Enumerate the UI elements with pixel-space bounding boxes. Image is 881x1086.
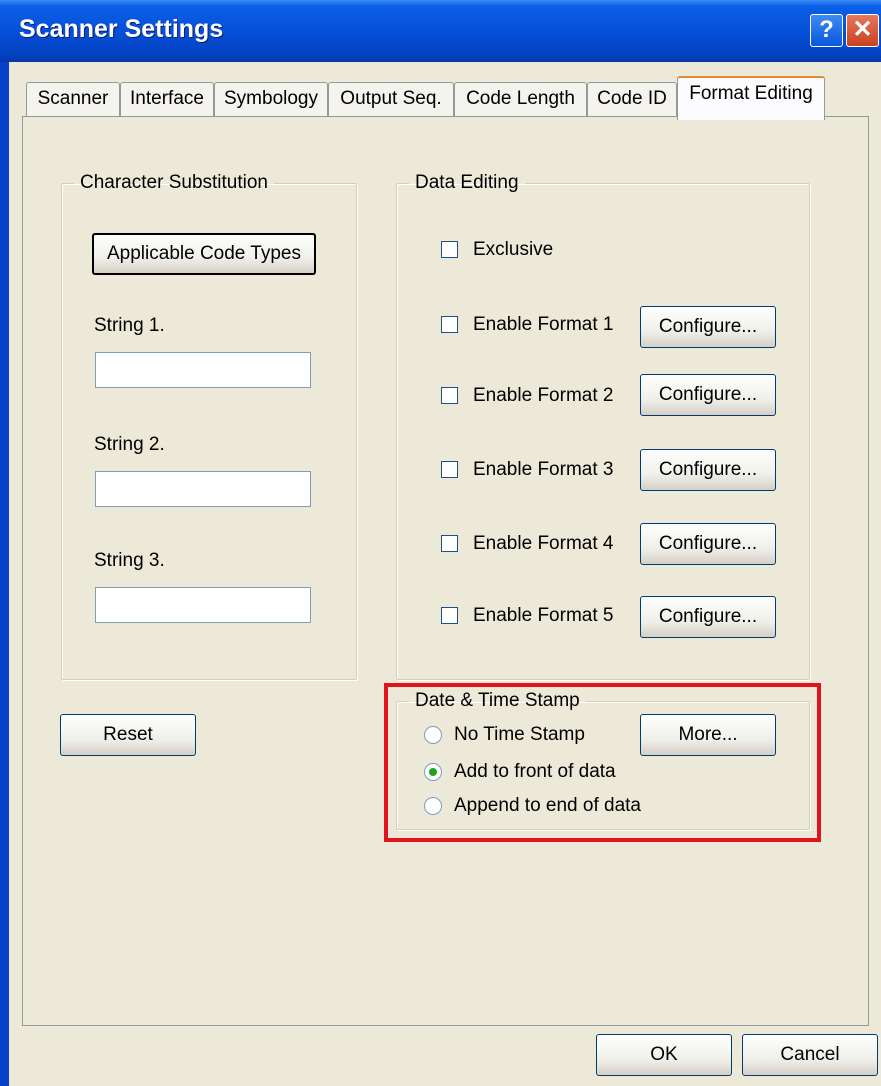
enable-format-3-label: Enable Format 3	[473, 459, 614, 480]
title-bar[interactable]: Scanner Settings ? ✕	[0, 0, 881, 62]
tab-scanner[interactable]: Scanner	[26, 82, 120, 117]
enable-format-2-checkbox[interactable]	[441, 387, 458, 404]
string3-label: String 3.	[94, 550, 165, 571]
scanner-settings-dialog: Scanner Settings ? ✕ Scanner Interface S…	[0, 0, 881, 1086]
enable-format-5-label: Enable Format 5	[473, 605, 614, 626]
tab-code-length[interactable]: Code Length	[454, 82, 587, 117]
ok-button[interactable]: OK	[596, 1034, 732, 1076]
enable-format-5-checkbox[interactable]	[441, 607, 458, 624]
configure-format-2-button[interactable]: Configure...	[640, 374, 776, 416]
string3-input[interactable]	[95, 587, 311, 623]
reset-button[interactable]: Reset	[60, 714, 196, 756]
dialog-title: Scanner Settings	[19, 15, 224, 43]
string1-label: String 1.	[94, 315, 165, 336]
tab-code-id[interactable]: Code ID	[587, 82, 677, 117]
help-button[interactable]: ?	[810, 14, 843, 47]
string2-input[interactable]	[95, 471, 311, 507]
exclusive-checkbox[interactable]	[441, 241, 458, 258]
enable-format-2-label: Enable Format 2	[473, 385, 614, 406]
window-border	[0, 62, 9, 1086]
highlight-box	[384, 683, 821, 842]
enable-format-3-checkbox[interactable]	[441, 461, 458, 478]
close-button[interactable]: ✕	[846, 14, 879, 47]
enable-format-4-checkbox[interactable]	[441, 535, 458, 552]
configure-format-1-button[interactable]: Configure...	[640, 306, 776, 348]
tab-format-editing[interactable]: Format Editing	[677, 76, 825, 120]
data-editing-legend: Data Editing	[415, 172, 519, 193]
exclusive-label: Exclusive	[473, 239, 554, 260]
tab-interface[interactable]: Interface	[120, 82, 214, 117]
string2-label: String 2.	[94, 434, 165, 455]
enable-format-1-checkbox[interactable]	[441, 316, 458, 333]
enable-format-4-label: Enable Format 4	[473, 533, 614, 554]
enable-format-1-label: Enable Format 1	[473, 314, 614, 335]
tab-output-seq[interactable]: Output Seq.	[328, 82, 454, 117]
applicable-code-types-button[interactable]: Applicable Code Types	[92, 233, 316, 275]
configure-format-3-button[interactable]: Configure...	[640, 449, 776, 491]
tab-symbology[interactable]: Symbology	[214, 82, 328, 117]
configure-format-4-button[interactable]: Configure...	[640, 523, 776, 565]
configure-format-5-button[interactable]: Configure...	[640, 596, 776, 638]
string1-input[interactable]	[95, 352, 311, 388]
cancel-button[interactable]: Cancel	[742, 1034, 878, 1076]
character-substitution-legend: Character Substitution	[80, 172, 268, 193]
